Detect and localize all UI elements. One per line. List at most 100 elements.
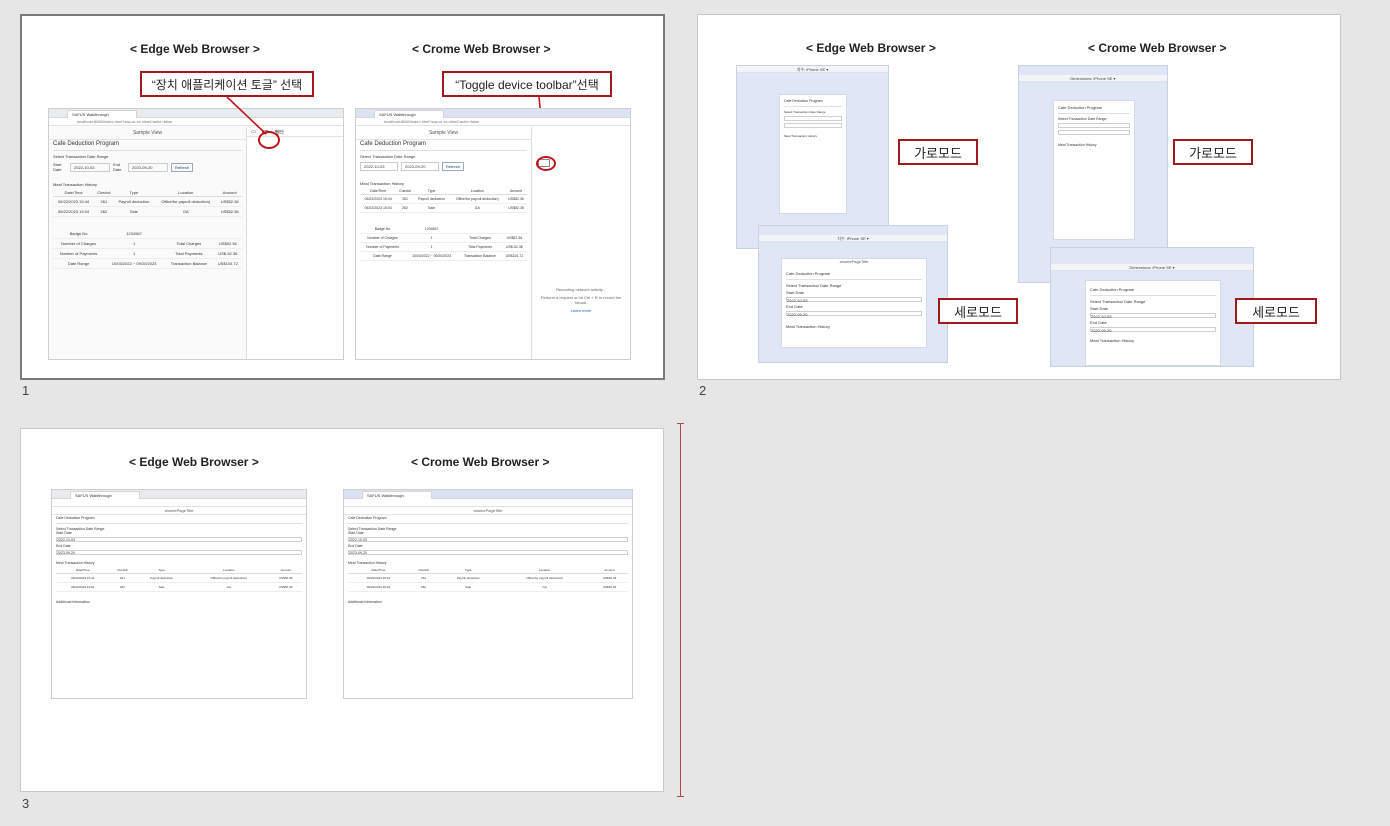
table-cell: GA — [154, 206, 218, 217]
table-cell: GA — [498, 582, 592, 592]
table-row[interactable]: 06/22/2023 15:04 262 Sale GA US$52.36 — [360, 203, 527, 213]
edge-desktop-start-input[interactable]: 2022-10-03 — [56, 537, 302, 542]
table-row[interactable]: Number of Charges 1 Total Charges US$52.36 — [360, 233, 527, 243]
edge-device-bar-2[interactable]: 치수: iPhone SE ▾ — [759, 235, 947, 242]
table-cell: 262 — [396, 203, 414, 213]
chrome-desktop-start-input[interactable]: 2022-10-03 — [348, 537, 628, 542]
table-cell: 1 — [405, 242, 459, 252]
edge-history-title: Meal Transaction History — [53, 182, 98, 187]
column-header[interactable]: Date/Time — [53, 189, 95, 197]
table-cell: Transaction Balance — [164, 258, 214, 269]
table-row[interactable]: Number of Charges 1 Total Charges US$52.36 — [53, 238, 242, 249]
chrome-start-input[interactable]: 2022-10-03 — [360, 162, 398, 171]
edge-port-end-input[interactable]: 2023-09-20 — [786, 311, 922, 317]
data-table: Date/Time Check# Type Location Amount 06/22/2… — [348, 567, 628, 592]
chrome-end-input[interactable]: 2023-09-20 — [401, 162, 439, 171]
edge-desktop-tab[interactable]: SAFUS Walkthrough — [70, 491, 140, 499]
slide-2[interactable]: < Edge Web Browser > < Crome Web Browser… — [697, 14, 1341, 380]
edge-tab[interactable]: SAFUS Walkthrough — [67, 110, 137, 118]
edge-history-table: Date/Time Check# Type Location Amount 06/22/2… — [53, 189, 242, 217]
edge-device-toggle-icon[interactable]: ▭ — [251, 129, 256, 135]
chrome-desktop-tab[interactable]: SAFUS Walkthrough — [362, 491, 432, 499]
table-row[interactable]: Date Range 10/03/2022 ~ 09/20/2023 Transac… — [360, 251, 527, 261]
edge-url: localhost:8080/index.html?sap-ui-xx-view… — [77, 119, 173, 124]
edge-desktop-table: Date/Time Check# Type Location Amount 06/22/2… — [56, 567, 302, 592]
edge-page-header: Sample View — [49, 127, 246, 140]
edge-land-history: Meal Transaction History — [784, 134, 818, 138]
column-header[interactable]: Amount — [217, 189, 242, 197]
slide-number-2: 2 — [699, 383, 707, 398]
table-row[interactable]: Date Range 10/03/2022 ~ 09/20/2023 Transac… — [53, 258, 242, 269]
table-row[interactable]: 06/22/2023 15:44 261 Payroll deduction Offi… — [53, 196, 242, 207]
column-header[interactable]: Location — [154, 189, 218, 197]
table-cell: US$52.36 — [501, 233, 527, 243]
chrome-port-start-input[interactable]: 2022-10-03 — [1090, 313, 1216, 319]
data-table: Date/Time Check# Type Location Amount 06/22/2… — [56, 567, 302, 592]
table-cell: US$52.36 — [269, 573, 302, 583]
table-row[interactable]: Badge No 1234567 — [53, 229, 242, 239]
table-row[interactable]: Badge No 1234567 — [360, 225, 527, 234]
column-header[interactable]: Type — [113, 189, 155, 197]
edge-screenshot: SAFUS Walkthrough localhost:8080/index.h… — [48, 108, 344, 360]
edge-start-input[interactable]: 2022-10-03 — [70, 162, 110, 172]
insertion-marker-top — [677, 423, 684, 424]
chrome-tab[interactable]: SAFUS Walkthrough — [374, 110, 444, 118]
chrome-portrait-label: 세로모드 — [1235, 298, 1317, 324]
chrome-desktop-address[interactable] — [344, 499, 632, 507]
table-cell — [501, 225, 527, 234]
table-cell — [213, 229, 242, 239]
table-cell: 06/22/2023 15:44 — [348, 573, 409, 583]
table-row[interactable]: Number of Payments 1 Total Payments US$-52.… — [360, 242, 527, 252]
edge-desktop-header: shomePageTitle — [52, 507, 306, 515]
table-row[interactable]: Number of Payments 1 Total Payments US$-52.… — [53, 248, 242, 259]
chrome-device-bar[interactable]: Dimensions: iPhone SE ▾ — [1019, 75, 1167, 82]
edge-desktop-additional: Additional Information — [56, 600, 90, 604]
table-row[interactable]: 06/22/2023 15:04 262 Sale GA US$52.36 — [348, 582, 628, 592]
table-cell: US$104.72 — [213, 258, 242, 269]
edge-port-start-input[interactable]: 2022-10-03 — [786, 297, 922, 303]
edge-device-bar[interactable]: 치수: iPhone SE ▾ — [737, 66, 888, 73]
table-row[interactable]: 06/22/2023 15:04 262 Sale GA US$52.36 — [56, 582, 302, 592]
slide-1[interactable]: < Edge Web Browser > < Crome Web Browser… — [20, 14, 665, 380]
data-table: Date/Time Check# Type Location Amount 06/22/2… — [53, 189, 242, 217]
chrome-desktop-table: Date/Time Check# Type Location Amount 06/22/2… — [348, 567, 628, 592]
table-cell: 261 — [94, 196, 114, 207]
table-cell: US$52.36 — [269, 582, 302, 592]
chrome-device-bar-2[interactable]: Dimensions: iPhone SE ▾ — [1051, 264, 1253, 271]
chrome-address-bar[interactable]: localhost:8080/index.html?sap-ui-xx-view… — [356, 118, 630, 126]
table-cell: Badge No — [53, 229, 105, 239]
chrome-portrait-shot: Dimensions: iPhone SE ▾ Cafe Deduction P… — [1050, 247, 1254, 367]
edge-desktop-history: Meal Transaction History — [56, 561, 95, 565]
chrome-history-title: Meal Transaction History — [360, 181, 405, 186]
chrome-desktop-end-input[interactable]: 2023-09-20 — [348, 550, 628, 555]
data-table: Badge No 1234567 Number of Charges 1 Total C… — [360, 225, 527, 261]
edge-end-input[interactable]: 2023-09-20 — [128, 162, 168, 172]
chrome-desktop-title: Cafe Deduction Program — [348, 516, 387, 520]
chrome-port-end-input[interactable]: 2023-09-20 — [1090, 327, 1216, 333]
table-cell: Transaction Balance — [458, 251, 502, 261]
table-cell: US$52.36 — [591, 573, 628, 583]
table-cell: 06/22/2023 15:04 — [360, 203, 397, 213]
edge-portrait-label-text: 세로모드 — [954, 304, 1002, 320]
table-row[interactable]: 06/22/2023 15:44 261 Payroll deduction Offi… — [360, 194, 527, 204]
edge-heading-2: < Edge Web Browser > — [806, 41, 936, 55]
table-cell: US$52.36 — [505, 203, 527, 213]
edge-desktop-end-input[interactable]: 2023-09-20 — [56, 550, 302, 555]
chrome-learn-more-link[interactable]: Learn more — [532, 308, 630, 313]
table-cell: US$-52.36 — [501, 242, 527, 252]
edge-desktop-address[interactable] — [52, 499, 306, 507]
table-cell: Sale — [413, 203, 450, 213]
edge-refresh-button[interactable]: Refresh — [171, 162, 194, 172]
table-row[interactable]: 06/22/2023 15:04 262 Sale GA US$52.36 — [53, 206, 242, 217]
edge-heading: < Edge Web Browser > — [130, 42, 260, 56]
edge-callout-text: “장치 애플리케이션 토글” 선택 — [151, 77, 303, 92]
table-row[interactable]: 06/22/2023 15:44 261 Payroll deduction Offi… — [348, 573, 628, 583]
column-header[interactable]: Check# — [94, 189, 114, 197]
chrome-refresh-button[interactable]: Refresh — [442, 162, 465, 171]
table-row[interactable]: 06/22/2023 15:44 261 Payroll deduction Offi… — [56, 573, 302, 583]
slide-number-3: 3 — [22, 796, 30, 811]
slide-3[interactable]: < Edge Web Browser > < Crome Web Browser… — [20, 428, 664, 792]
edge-address-bar[interactable]: localhost:8080/index.html?sap-ui-xx-view… — [49, 118, 343, 126]
table-cell: 261 — [396, 194, 414, 204]
table-cell: Badge No — [360, 225, 406, 234]
